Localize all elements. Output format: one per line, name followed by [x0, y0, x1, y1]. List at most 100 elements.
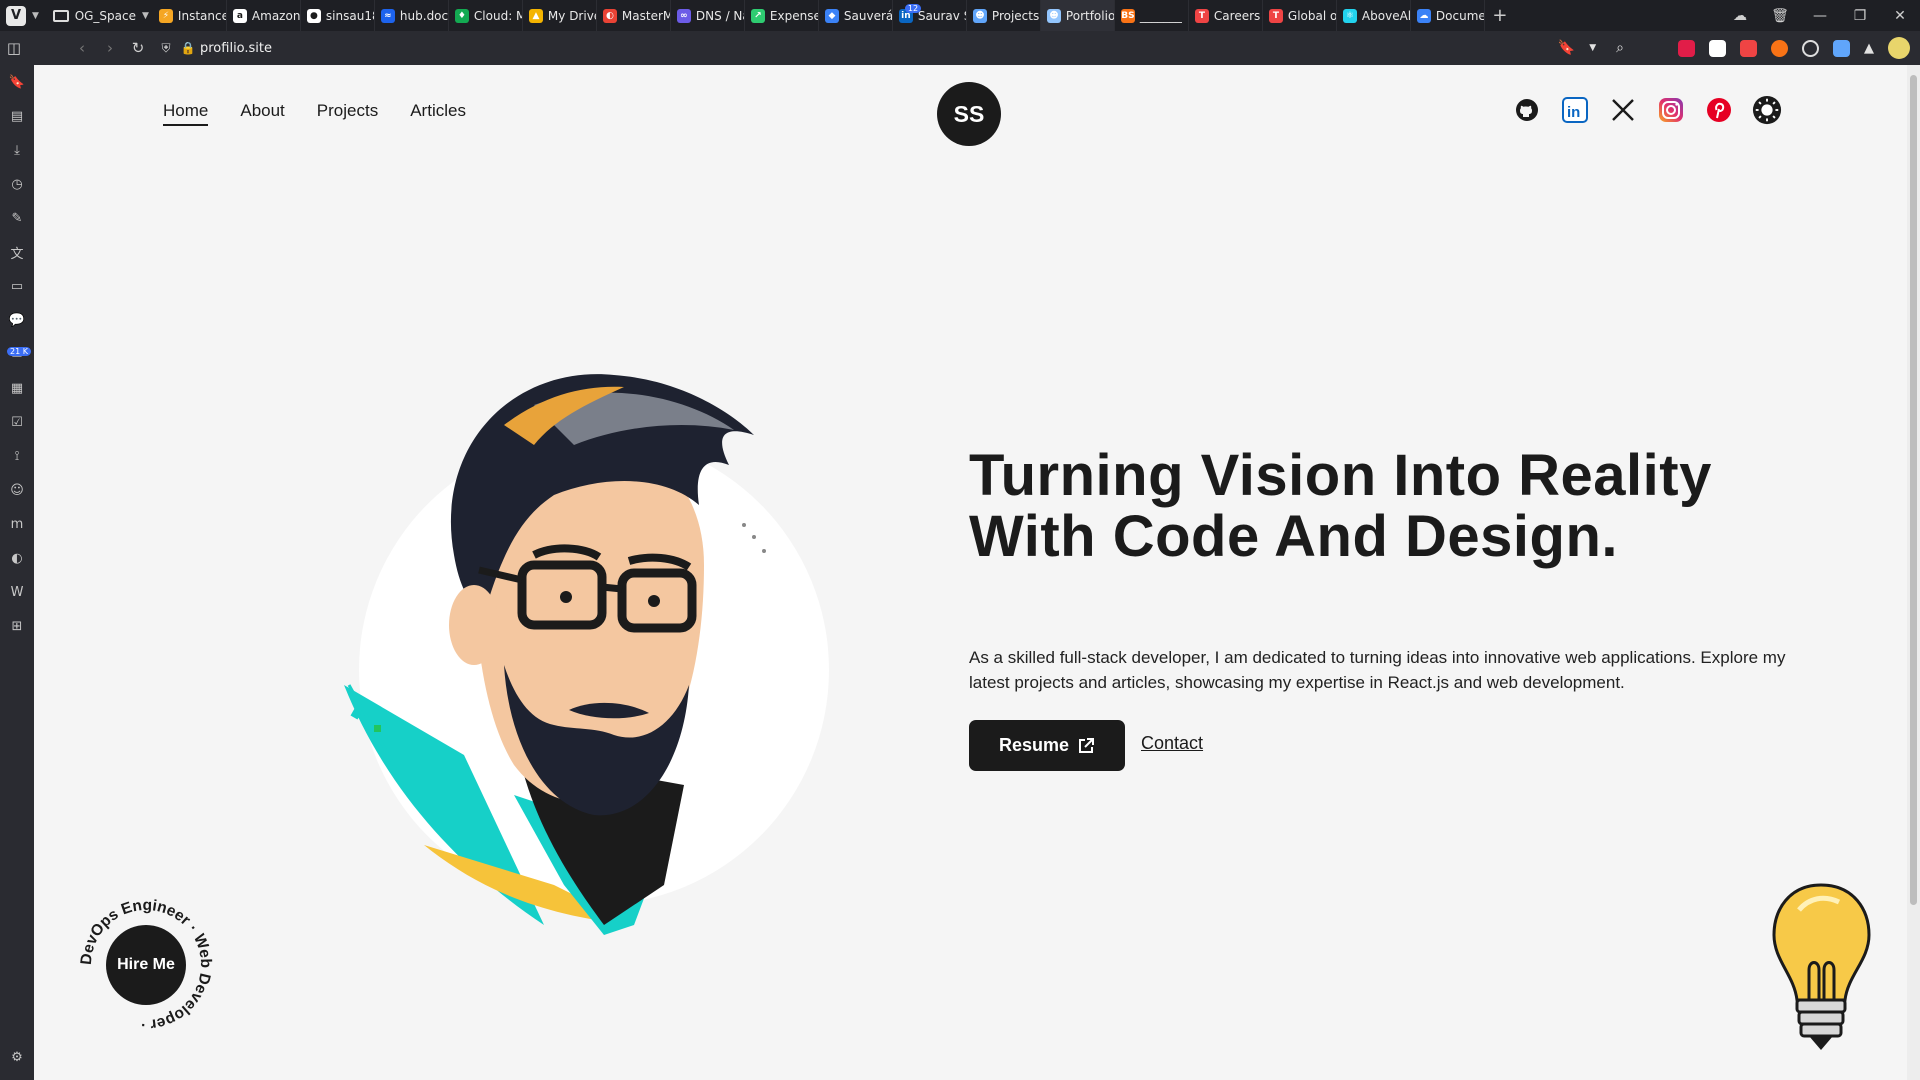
main-nav: Home About Projects Articles: [163, 101, 466, 126]
tab-title: Documer: [1435, 8, 1484, 23]
hire-me-badge[interactable]: DevOps Engineer · Web Developer · Hire M…: [76, 895, 216, 1035]
instagram-icon[interactable]: [1656, 95, 1686, 125]
browser-tab[interactable]: ♦ Cloud: M: [449, 0, 523, 31]
bookmark-chevron-icon[interactable]: ▼: [1589, 43, 1596, 53]
x-twitter-icon[interactable]: [1608, 95, 1638, 125]
wikipedia-icon[interactable]: W: [0, 575, 34, 609]
social-links: in: [1512, 95, 1782, 125]
browser-tab[interactable]: BS _______: [1115, 0, 1189, 31]
github-icon[interactable]: [1512, 95, 1542, 125]
browser-menu-chevron-icon[interactable]: ▼: [32, 11, 39, 21]
theme-toggle-sun-icon[interactable]: [1752, 95, 1782, 125]
browser-tab[interactable]: ◐ MasterM: [597, 0, 671, 31]
tab-title: Instances: [177, 8, 226, 23]
back-button[interactable]: ‹: [68, 39, 96, 57]
lock-icon[interactable]: 🔒: [180, 41, 196, 55]
tab-favicon-icon: ◆: [824, 8, 839, 23]
tab-favicon-icon: ☁: [1416, 8, 1431, 23]
nav-home-link[interactable]: Home: [163, 101, 209, 126]
bookmarks-panel-icon[interactable]: 🔖: [0, 65, 34, 99]
tab-favicon-icon: ∞: [676, 8, 691, 23]
trash-icon[interactable]: 🗑: [1760, 8, 1800, 24]
browser-tab[interactable]: ▲ My Drive: [523, 0, 597, 31]
browser-tab[interactable]: ↗ Expense: [745, 0, 819, 31]
browser-tab[interactable]: ∞ DNS / Na: [671, 0, 745, 31]
new-tab-button[interactable]: +: [1485, 5, 1515, 26]
tasks-icon[interactable]: ☑: [0, 405, 34, 439]
profile-avatar[interactable]: [1888, 37, 1910, 59]
site-logo[interactable]: SS: [937, 82, 1001, 146]
scrollbar-thumb[interactable]: [1910, 75, 1917, 905]
browser-tab[interactable]: ☁ Documer: [1411, 0, 1485, 31]
tab-title: Expense: [769, 8, 819, 23]
tab-favicon-icon: ≈: [380, 8, 395, 23]
tab-title: Amazon: [251, 8, 301, 23]
tab-favicon-icon: T: [1268, 8, 1283, 23]
search-icon[interactable]: ⌕: [1616, 40, 1624, 56]
browser-tab-bar: V ▼ OG_Space ▼ ⚡ Instances a Amazon ● sinsau1…: [0, 0, 1920, 31]
resume-button[interactable]: Resume: [969, 720, 1125, 771]
chat-icon[interactable]: 💬: [0, 303, 34, 337]
browser-logo-icon[interactable]: V: [6, 5, 26, 26]
browser-tab[interactable]: ≈ hub.dock: [375, 0, 449, 31]
browser-tab[interactable]: inSaurav Si12: [893, 0, 967, 31]
browser-tab[interactable]: T Global of: [1263, 0, 1337, 31]
window-panel-icon[interactable]: ▭: [0, 269, 34, 303]
feeds-icon[interactable]: ⟟: [0, 439, 34, 473]
browser-tab[interactable]: T Careers |: [1189, 0, 1263, 31]
web-panel-globe-icon[interactable]: ◐: [0, 541, 34, 575]
restore-button[interactable]: ❐: [1840, 8, 1880, 24]
tab-title: Saurav Si: [917, 8, 966, 23]
nav-articles-link[interactable]: Articles: [410, 101, 466, 126]
minimize-button[interactable]: —: [1800, 8, 1840, 24]
reload-button[interactable]: ↻: [124, 39, 152, 57]
browser-tab[interactable]: ⚡ Instances: [153, 0, 227, 31]
browser-tab[interactable]: ☻ Portfolio: [1040, 0, 1115, 31]
hire-me-label: Hire Me: [117, 956, 175, 973]
tab-favicon-icon: ☻: [1046, 8, 1061, 23]
sync-cloud-icon[interactable]: ☁: [1720, 8, 1760, 24]
nav-projects-link[interactable]: Projects: [317, 101, 378, 126]
workspace-chevron-icon: ▼: [142, 10, 149, 21]
page-scrollbar[interactable]: [1907, 65, 1920, 1080]
extension-triangle-icon[interactable]: ▲: [1864, 41, 1874, 56]
resume-button-label: Resume: [998, 735, 1070, 755]
panel-toggle-icon[interactable]: ◫: [0, 39, 28, 57]
extension-red-icon[interactable]: [1678, 39, 1695, 57]
extension-doc-icon[interactable]: [1833, 39, 1850, 57]
reading-list-icon[interactable]: ▤: [0, 99, 34, 133]
shield-icon[interactable]: ⛨: [152, 41, 180, 56]
translate-icon[interactable]: 文: [0, 235, 34, 269]
add-panel-icon[interactable]: ⊞: [0, 609, 34, 643]
mastodon-icon[interactable]: m: [0, 507, 34, 541]
browser-tab[interactable]: ☻ Projects |: [967, 0, 1041, 31]
tab-favicon-icon: T: [1194, 8, 1209, 23]
forward-button[interactable]: ›: [96, 39, 124, 57]
extension-orange-icon[interactable]: [1771, 39, 1788, 57]
notes-icon[interactable]: ✎: [0, 201, 34, 235]
nav-about-link[interactable]: About: [240, 101, 284, 126]
bookmark-icon[interactable]: 🔖: [1558, 40, 1575, 56]
close-window-button[interactable]: ✕: [1880, 8, 1920, 24]
extension-calendar-icon[interactable]: [1740, 39, 1757, 57]
browser-tab[interactable]: ⚛ AboveAll: [1337, 0, 1411, 31]
url-field[interactable]: profilio.site: [200, 41, 272, 56]
calendar-icon[interactable]: ▦: [0, 371, 34, 405]
tab-favicon-icon: BS: [1120, 8, 1135, 23]
settings-gear-icon[interactable]: ⚙: [0, 1040, 34, 1074]
workspace-icon: [52, 9, 69, 22]
browser-tab[interactable]: ● sinsau18: [301, 0, 375, 31]
contacts-icon[interactable]: ☺: [0, 473, 34, 507]
pinterest-icon[interactable]: [1704, 95, 1734, 125]
extension-target-icon[interactable]: [1802, 39, 1819, 57]
browser-tab[interactable]: ◆ Sauverá: [819, 0, 893, 31]
tab-title: DNS / Na: [695, 8, 745, 23]
history-icon[interactable]: ◷: [0, 167, 34, 201]
linkedin-icon[interactable]: in: [1560, 95, 1590, 125]
workspace-switcher[interactable]: OG_Space ▼: [52, 9, 149, 23]
browser-tab[interactable]: a Amazon: [227, 0, 301, 31]
downloads-icon[interactable]: ⤓: [0, 133, 34, 167]
extension-s-icon[interactable]: [1709, 39, 1726, 57]
tab-title: sinsau18: [325, 8, 375, 23]
contact-link[interactable]: Contact: [1141, 733, 1203, 754]
